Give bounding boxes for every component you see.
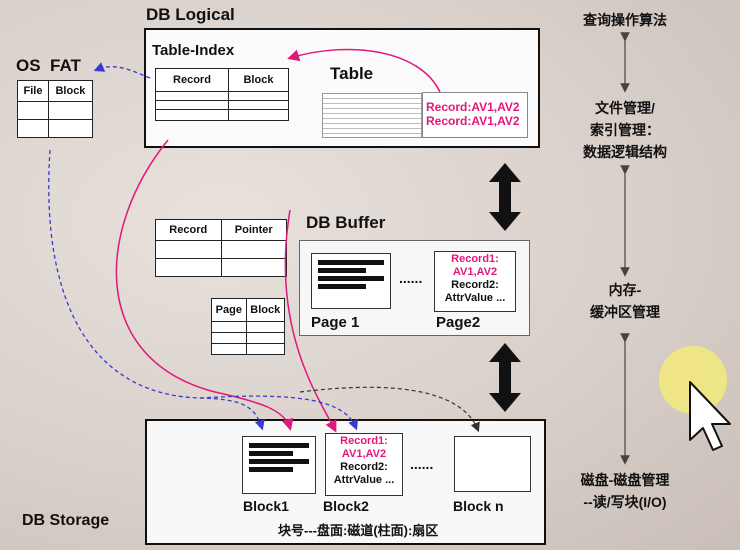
index-to-block2-link [284, 209, 337, 433]
index-to-block-link [115, 139, 294, 431]
fat-to-storage-dashed [48, 149, 265, 431]
connector-layer [48, 32, 731, 465]
record-to-index-link [287, 48, 441, 93]
index-to-fat-dashed [93, 62, 151, 79]
double-arrow-logical-buffer [489, 163, 521, 231]
double-arrow-buffer-storage [489, 343, 521, 412]
to-blockn-dashed [299, 386, 480, 433]
